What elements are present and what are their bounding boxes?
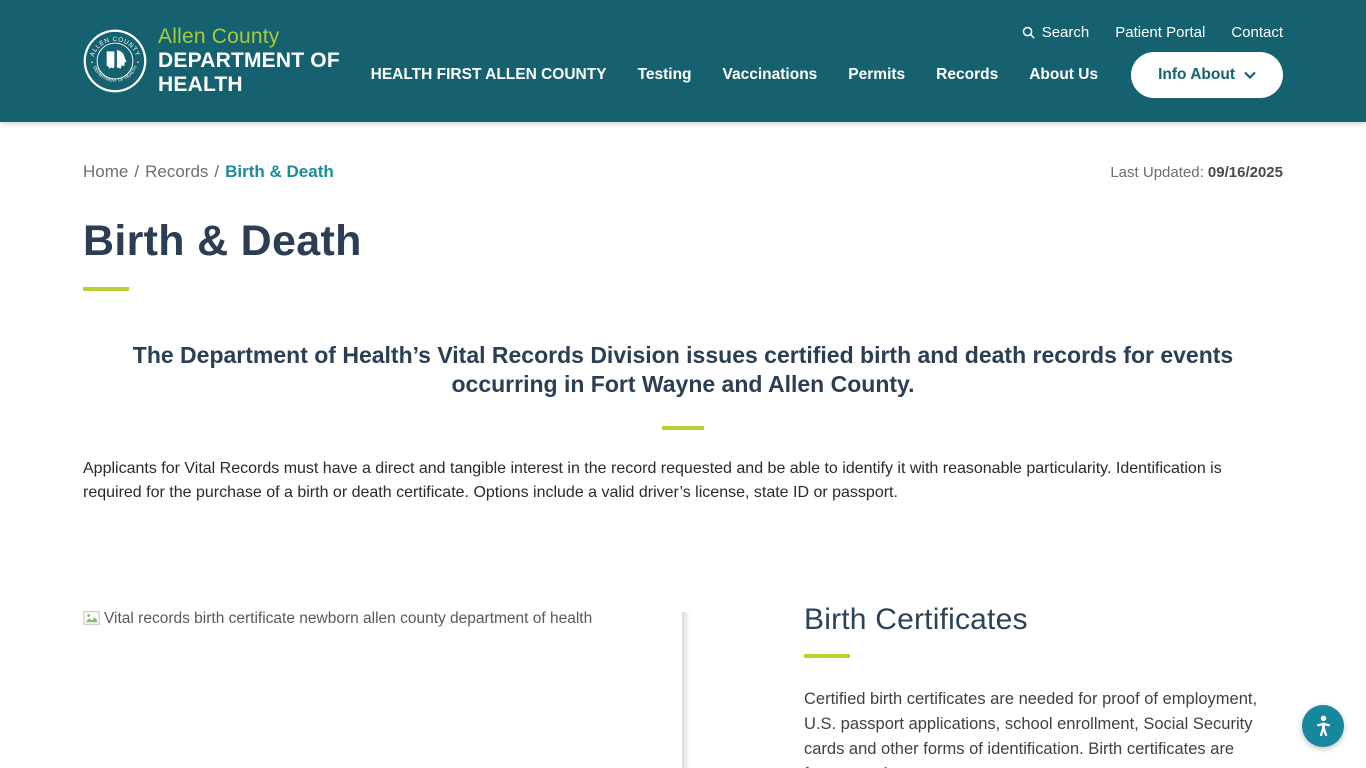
last-updated-label: Last Updated: xyxy=(1110,164,1203,181)
page-subtitle: The Department of Health’s Vital Records… xyxy=(98,341,1268,399)
chevron-down-icon xyxy=(1244,71,1256,79)
last-updated-value: 09/16/2025 xyxy=(1208,164,1283,181)
brand-text: Allen County DEPARTMENT OF HEALTH xyxy=(158,25,340,97)
image-column: Vital records birth certificate newborn … xyxy=(83,603,683,768)
accessibility-person-icon xyxy=(1310,713,1337,740)
search-icon xyxy=(1021,25,1036,40)
intro-paragraph: Applicants for Vital Records must have a… xyxy=(83,457,1243,504)
broken-image-placeholder: Vital records birth certificate newborn … xyxy=(83,610,683,628)
breadcrumb-home-link[interactable]: Home xyxy=(83,162,128,181)
main-nav: HEALTH FIRST ALLEN COUNTY Testing Vaccin… xyxy=(371,52,1283,98)
breadcrumb-separator: / xyxy=(134,162,139,181)
utility-nav: Search Patient Portal Contact xyxy=(1021,24,1283,41)
breadcrumb-separator: / xyxy=(214,162,219,181)
broken-image-icon xyxy=(83,611,100,625)
page-title: Birth & Death xyxy=(83,217,1283,266)
breadcrumb-row: Home / Records / Birth & Death Last Updated:… xyxy=(83,162,1283,182)
last-updated: Last Updated: 09/16/2025 xyxy=(1110,164,1283,181)
brand-line-health: HEALTH xyxy=(158,73,340,97)
birth-certificates-accent-bar xyxy=(804,654,850,658)
county-seal-logo-icon: ALLEN COUNTY DEPARTMENT OF HEALTH xyxy=(83,29,147,93)
title-accent-bar xyxy=(83,287,129,291)
patient-portal-link[interactable]: Patient Portal xyxy=(1115,24,1205,41)
birth-certificates-heading: Birth Certificates xyxy=(804,603,1283,637)
nav-item-about-us[interactable]: About Us xyxy=(1029,66,1098,84)
image-alt-text: Vital records birth certificate newborn … xyxy=(104,610,592,628)
brand-line-department: DEPARTMENT OF xyxy=(158,49,340,73)
header-right: Search Patient Portal Contact HEALTH FIR… xyxy=(371,24,1283,98)
two-column-section: Vital records birth certificate newborn … xyxy=(83,603,1283,768)
accessibility-widget-button[interactable] xyxy=(1302,705,1344,747)
nav-item-testing[interactable]: Testing xyxy=(638,66,692,84)
image-shadow-divider xyxy=(682,612,690,768)
breadcrumb-current: Birth & Death xyxy=(225,162,334,181)
search-label: Search xyxy=(1042,24,1090,41)
site-header: ALLEN COUNTY DEPARTMENT OF HEALTH Allen … xyxy=(0,0,1366,122)
subtitle-accent-bar xyxy=(662,426,704,430)
birth-certificates-column: Birth Certificates Certified birth certi… xyxy=(804,603,1283,768)
info-about-button[interactable]: Info About xyxy=(1131,52,1283,98)
nav-item-vaccinations[interactable]: Vaccinations xyxy=(723,66,818,84)
breadcrumb: Home / Records / Birth & Death xyxy=(83,162,334,182)
contact-link[interactable]: Contact xyxy=(1231,24,1283,41)
brand[interactable]: ALLEN COUNTY DEPARTMENT OF HEALTH Allen … xyxy=(83,25,340,97)
birth-certificates-body: Certified birth certificates are needed … xyxy=(804,687,1283,768)
info-about-label: Info About xyxy=(1158,66,1235,84)
nav-item-health-first[interactable]: HEALTH FIRST ALLEN COUNTY xyxy=(371,66,607,84)
nav-item-permits[interactable]: Permits xyxy=(848,66,905,84)
brand-line-county: Allen County xyxy=(158,25,340,49)
page-content: Home / Records / Birth & Death Last Updated:… xyxy=(0,162,1366,768)
search-link[interactable]: Search xyxy=(1021,24,1090,41)
breadcrumb-records-link[interactable]: Records xyxy=(145,162,208,181)
nav-item-records[interactable]: Records xyxy=(936,66,998,84)
